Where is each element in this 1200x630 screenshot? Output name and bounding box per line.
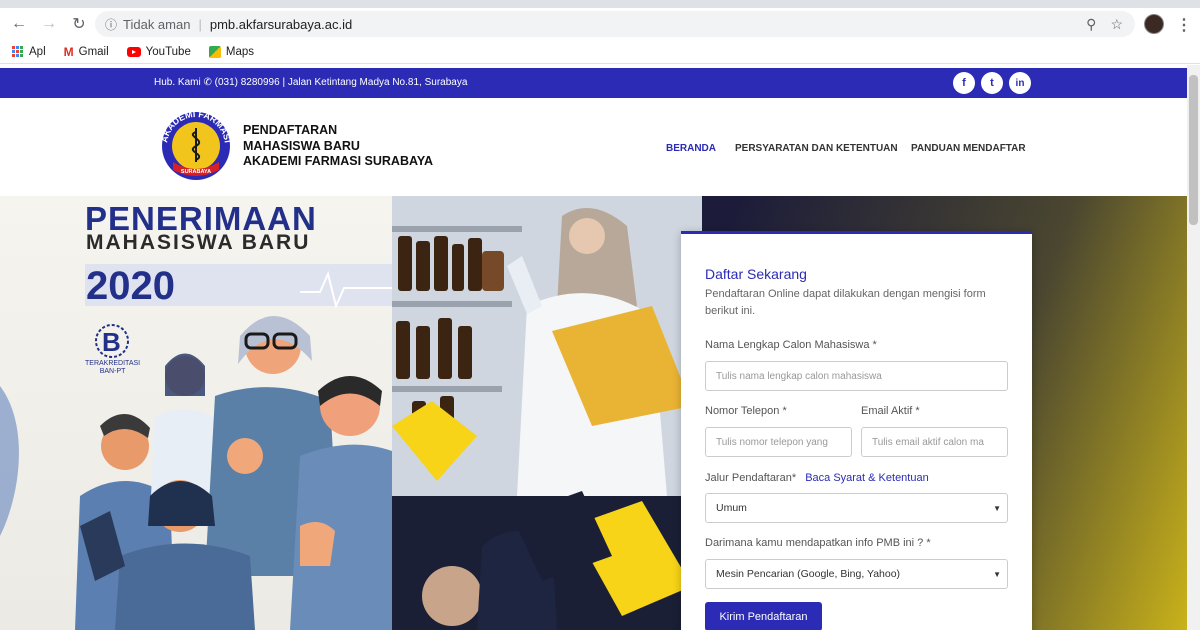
bookmark-label: Apl — [29, 45, 46, 58]
admission-poster: PENERIMAAN MAHASISWA BARU 2020 B TERAKRE… — [0, 196, 392, 630]
chevron-down-icon: ▼ — [993, 504, 1001, 513]
facebook-icon[interactable]: f — [953, 72, 975, 94]
apps-grid-icon — [12, 45, 24, 58]
poster-subtitle: MAHASISWA BARU — [86, 231, 311, 254]
logo-bottom-text: SURABAYA — [181, 169, 211, 175]
info-icon[interactable]: ⓘ — [105, 16, 117, 33]
page-scrollbar[interactable] — [1187, 65, 1200, 630]
forward-arrow-icon[interactable]: → — [34, 9, 64, 39]
source-select[interactable]: Mesin Pencarian (Google, Bing, Yahoo) ▼ — [705, 559, 1008, 589]
path-label: Jalur Pendaftaran* — [705, 472, 797, 484]
brand-line-2: MAHASISWA BARU — [243, 138, 360, 153]
phone-input[interactable]: Tulis nomor telepon yang — [705, 427, 852, 457]
poster-year: 2020 — [86, 264, 175, 308]
nav-panduan[interactable]: PANDUAN MENDAFTAR — [911, 143, 1026, 154]
site-header: AKADEMI FARMASI SURABAYA PENDAFTARAN MAH… — [0, 98, 1187, 196]
form-title: Daftar Sekarang — [705, 266, 807, 282]
browser-toolbar: ← → ↻ ⓘ Tidak aman | pmb.akfarsurabaya.a… — [0, 8, 1200, 40]
url-text[interactable]: pmb.akfarsurabaya.ac.id — [210, 17, 352, 32]
bookmark-label: Maps — [225, 45, 254, 58]
bookmarks-bar: Apl M Gmail YouTube Maps — [0, 40, 1200, 64]
bookmark-label: Gmail — [78, 45, 109, 58]
maps-icon — [208, 45, 221, 58]
accreditation-text: TERAKREDITASI BAN-PT — [85, 360, 140, 376]
accreditation-line-2: BAN-PT — [99, 368, 126, 375]
linkedin-icon[interactable]: in — [1009, 72, 1031, 94]
email-input[interactable]: Tulis email aktif calon ma — [861, 427, 1008, 457]
page-viewport: Hub. Kami ✆ (031) 8280996 | Jalan Ketint… — [0, 65, 1187, 630]
brand-line-1: PENDAFTARAN — [243, 123, 338, 137]
source-select-value: Mesin Pencarian (Google, Bing, Yahoo) — [716, 568, 901, 580]
bookmark-youtube[interactable]: YouTube — [126, 45, 191, 58]
brand-title[interactable]: PENDAFTARAN MAHASISWA BARU AKADEMI FARMA… — [243, 123, 433, 170]
chevron-down-icon: ▼ — [993, 570, 1001, 579]
lab-photo-illustration — [392, 196, 702, 630]
youtube-icon — [126, 46, 141, 57]
source-label: Darimana kamu mendapatkan info PMB ini ?… — [705, 537, 931, 549]
bookmark-gmail[interactable]: M Gmail — [64, 45, 109, 59]
hero-banner: PENERIMAAN MAHASISWA BARU 2020 B TERAKRE… — [0, 196, 1187, 630]
poster-illustration — [0, 264, 392, 630]
name-label: Nama Lengkap Calon Mahasiswa * — [705, 339, 877, 351]
form-description: Pendaftaran Online dapat dilakukan denga… — [705, 288, 986, 317]
address-bar[interactable]: ⓘ Tidak aman | pmb.akfarsurabaya.ac.id ⚲… — [95, 11, 1135, 37]
path-label-row: Jalur Pendaftaran* Baca Syarat & Ketentu… — [705, 472, 929, 484]
nav-beranda[interactable]: BERANDA — [666, 143, 716, 154]
bookmark-maps[interactable]: Maps — [208, 45, 254, 58]
accreditation-line-1: TERAKREDITASI — [85, 360, 141, 367]
reload-icon[interactable]: ↻ — [64, 9, 94, 39]
bookmark-apps[interactable]: Apl — [12, 45, 46, 58]
contact-info: Hub. Kami ✆ (031) 8280996 | Jalan Ketint… — [154, 77, 468, 88]
lab-photo-collage — [392, 196, 702, 630]
path-select-value: Umum — [716, 502, 747, 514]
profile-avatar[interactable] — [1144, 14, 1164, 34]
zoom-icon[interactable]: ⚲ — [1086, 16, 1096, 33]
back-arrow-icon[interactable]: ← — [4, 9, 34, 39]
address-separator: | — [198, 16, 202, 32]
security-label: Tidak aman — [123, 16, 191, 32]
email-label: Email Aktif * — [861, 405, 920, 417]
scrollbar-thumb[interactable] — [1189, 75, 1198, 225]
terms-link[interactable]: Baca Syarat & Ketentuan — [805, 472, 929, 484]
brand-line-3: AKADEMI FARMASI SURABAYA — [243, 154, 434, 168]
twitter-icon[interactable]: t — [981, 72, 1003, 94]
name-input[interactable]: Tulis nama lengkap calon mahasiswa — [705, 361, 1008, 391]
phone-label: Nomor Telepon * — [705, 405, 787, 417]
bookmark-star-icon[interactable]: ☆ — [1110, 16, 1123, 33]
browser-tab-strip — [0, 0, 1200, 8]
akademi-farmasi-logo[interactable]: AKADEMI FARMASI SURABAYA — [155, 110, 237, 182]
contact-topbar: Hub. Kami ✆ (031) 8280996 | Jalan Ketint… — [0, 68, 1187, 98]
browser-menu-icon[interactable]: ⋮ — [1176, 15, 1192, 35]
registration-form: Daftar Sekarang Pendaftaran Online dapat… — [681, 231, 1032, 630]
accreditation-grade: B — [102, 327, 121, 357]
submit-button[interactable]: Kirim Pendaftaran — [705, 602, 822, 630]
bookmark-label: YouTube — [145, 45, 191, 58]
gmail-icon: M — [63, 44, 74, 59]
path-select[interactable]: Umum ▼ — [705, 493, 1008, 523]
nav-persyaratan[interactable]: PERSYARATAN DAN KETENTUAN — [735, 143, 898, 154]
